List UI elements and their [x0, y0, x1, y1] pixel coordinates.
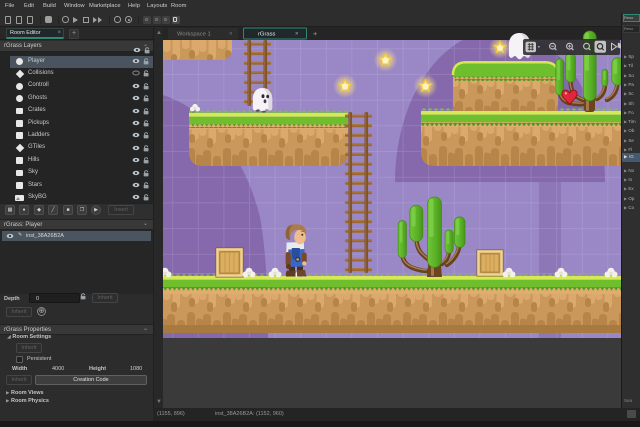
svg-text:+: +: [313, 29, 318, 38]
svg-text:×: ×: [229, 32, 233, 38]
svg-text:Workspace 1: Workspace 1: [177, 32, 211, 38]
svg-text:rGrass: rGrass: [258, 32, 275, 38]
svg-text:×: ×: [295, 32, 299, 38]
